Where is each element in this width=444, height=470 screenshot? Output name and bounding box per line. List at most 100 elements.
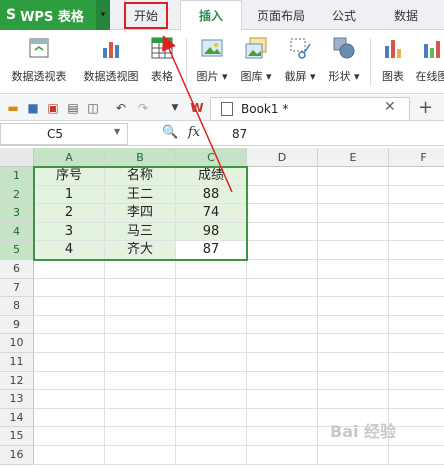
cell-f12[interactable] bbox=[389, 372, 444, 391]
cell-c7[interactable] bbox=[176, 278, 247, 298]
cell-b13[interactable] bbox=[105, 390, 176, 409]
cell-a1[interactable]: 序号 bbox=[34, 167, 105, 186]
chart-button[interactable]: 图表 bbox=[376, 34, 410, 90]
cell-d15[interactable] bbox=[247, 427, 318, 446]
cell-c6[interactable] bbox=[176, 260, 247, 279]
tab-insert[interactable]: 插入 bbox=[180, 0, 242, 31]
cell-a13[interactable] bbox=[34, 390, 105, 409]
app-menu-button[interactable]: S WPS 表格 bbox=[0, 0, 110, 30]
cell-a8[interactable] bbox=[34, 297, 105, 316]
row-header-3[interactable]: 3 bbox=[0, 204, 34, 223]
cell-f9[interactable] bbox=[389, 316, 444, 335]
cell-c3[interactable]: 74 bbox=[176, 204, 247, 223]
cell-e10[interactable] bbox=[318, 334, 389, 353]
fx-icon[interactable]: fx bbox=[188, 125, 200, 140]
cell-b9[interactable] bbox=[105, 315, 176, 335]
tab-start[interactable]: 开始 bbox=[124, 2, 168, 29]
cell-d5[interactable] bbox=[247, 241, 318, 260]
column-header-b[interactable]: B bbox=[105, 148, 176, 167]
cell-b3[interactable]: 李四 bbox=[105, 204, 176, 223]
row-header-15[interactable]: 15 bbox=[0, 427, 34, 446]
cell-c15[interactable] bbox=[176, 427, 247, 446]
cell-d1[interactable] bbox=[247, 167, 318, 186]
cell-a12[interactable] bbox=[34, 371, 105, 391]
cell-a2[interactable]: 1 bbox=[34, 185, 105, 205]
cell-e1[interactable] bbox=[318, 167, 389, 186]
cell-c9[interactable] bbox=[176, 315, 247, 335]
cell-a3[interactable]: 2 bbox=[34, 204, 105, 223]
cell-a5[interactable]: 4 bbox=[34, 241, 105, 260]
cell-e8[interactable] bbox=[318, 297, 389, 316]
row-header-12[interactable]: 12 bbox=[0, 371, 34, 391]
cell-c14[interactable] bbox=[176, 408, 247, 428]
cell-d8[interactable] bbox=[247, 297, 318, 316]
screenshot-button[interactable]: 截屏 ▾ bbox=[280, 34, 320, 90]
cell-f8[interactable] bbox=[389, 297, 444, 316]
cell-c10[interactable] bbox=[176, 334, 247, 353]
save-icon[interactable]: ■ bbox=[26, 101, 40, 115]
cell-f2[interactable] bbox=[389, 186, 444, 205]
cell-a16[interactable] bbox=[34, 446, 105, 465]
cell-f16[interactable] bbox=[389, 446, 444, 465]
cell-e3[interactable] bbox=[318, 204, 389, 223]
cell-b14[interactable] bbox=[105, 408, 176, 428]
chevron-down-icon[interactable]: ▼ bbox=[168, 101, 182, 115]
cell-d10[interactable] bbox=[247, 334, 318, 353]
app-menu-dropdown[interactable]: ▾ bbox=[96, 0, 110, 30]
cell-b16[interactable] bbox=[105, 446, 176, 465]
row-header-4[interactable]: 4 bbox=[0, 222, 34, 242]
close-tab-icon[interactable]: ✕ bbox=[384, 99, 396, 115]
cell-d9[interactable] bbox=[247, 315, 318, 335]
cell-b15[interactable] bbox=[105, 427, 176, 446]
cell-a11[interactable] bbox=[34, 353, 105, 372]
cell-a6[interactable] bbox=[34, 260, 105, 279]
cell-c8[interactable] bbox=[176, 297, 247, 316]
cell-b2[interactable]: 王二 bbox=[105, 185, 176, 205]
cell-f4[interactable] bbox=[389, 223, 444, 242]
row-header-16[interactable]: 16 bbox=[0, 446, 34, 465]
online-chart-button[interactable]: 在线图 bbox=[412, 34, 444, 90]
row-header-1[interactable]: 1 bbox=[0, 167, 34, 186]
undo-icon[interactable]: ↶ bbox=[114, 101, 128, 115]
cell-e4[interactable] bbox=[318, 222, 389, 242]
cell-f3[interactable] bbox=[389, 204, 444, 223]
cell-d4[interactable] bbox=[247, 222, 318, 242]
row-header-6[interactable]: 6 bbox=[0, 260, 34, 279]
row-header-2[interactable]: 2 bbox=[0, 185, 34, 205]
redo-icon[interactable]: ↷ bbox=[136, 101, 150, 115]
cell-f1[interactable] bbox=[389, 167, 444, 186]
cell-c16[interactable] bbox=[176, 446, 247, 465]
cell-c5[interactable]: 87 bbox=[176, 241, 247, 260]
column-header-e[interactable]: E bbox=[318, 148, 389, 167]
cell-a14[interactable] bbox=[34, 408, 105, 428]
cell-e9[interactable] bbox=[318, 315, 389, 335]
cell-c1[interactable]: 成绩 bbox=[176, 167, 247, 186]
chevron-down-icon[interactable]: ▼ bbox=[114, 127, 120, 136]
cell-d2[interactable] bbox=[247, 185, 318, 205]
cell-a7[interactable] bbox=[34, 278, 105, 298]
cell-b5[interactable]: 齐大 bbox=[105, 241, 176, 260]
pivot-chart-button[interactable]: 数据透视图 bbox=[80, 34, 142, 90]
cell-f6[interactable] bbox=[389, 260, 444, 279]
row-header-7[interactable]: 7 bbox=[0, 278, 34, 298]
cell-f15[interactable] bbox=[389, 427, 444, 446]
cell-c12[interactable] bbox=[176, 371, 247, 391]
row-header-13[interactable]: 13 bbox=[0, 390, 34, 409]
cell-b10[interactable] bbox=[105, 334, 176, 353]
column-header-f[interactable]: F bbox=[389, 148, 444, 167]
open-folder-icon[interactable]: ▬ bbox=[6, 101, 20, 115]
table-button[interactable]: 表格 bbox=[146, 34, 178, 90]
row-header-9[interactable]: 9 bbox=[0, 315, 34, 335]
cell-e7[interactable] bbox=[318, 278, 389, 298]
new-tab-icon[interactable]: + bbox=[418, 97, 433, 118]
column-header-a[interactable]: A bbox=[34, 148, 105, 167]
cell-d14[interactable] bbox=[247, 408, 318, 428]
pivot-table-button[interactable]: 数据透视表 bbox=[8, 34, 70, 90]
cell-d13[interactable] bbox=[247, 390, 318, 409]
cell-d3[interactable] bbox=[247, 204, 318, 223]
zoom-icon[interactable]: 🔍 bbox=[162, 125, 178, 140]
cell-f13[interactable] bbox=[389, 390, 444, 409]
cell-b1[interactable]: 名称 bbox=[105, 167, 176, 186]
row-header-11[interactable]: 11 bbox=[0, 353, 34, 372]
cell-b12[interactable] bbox=[105, 371, 176, 391]
